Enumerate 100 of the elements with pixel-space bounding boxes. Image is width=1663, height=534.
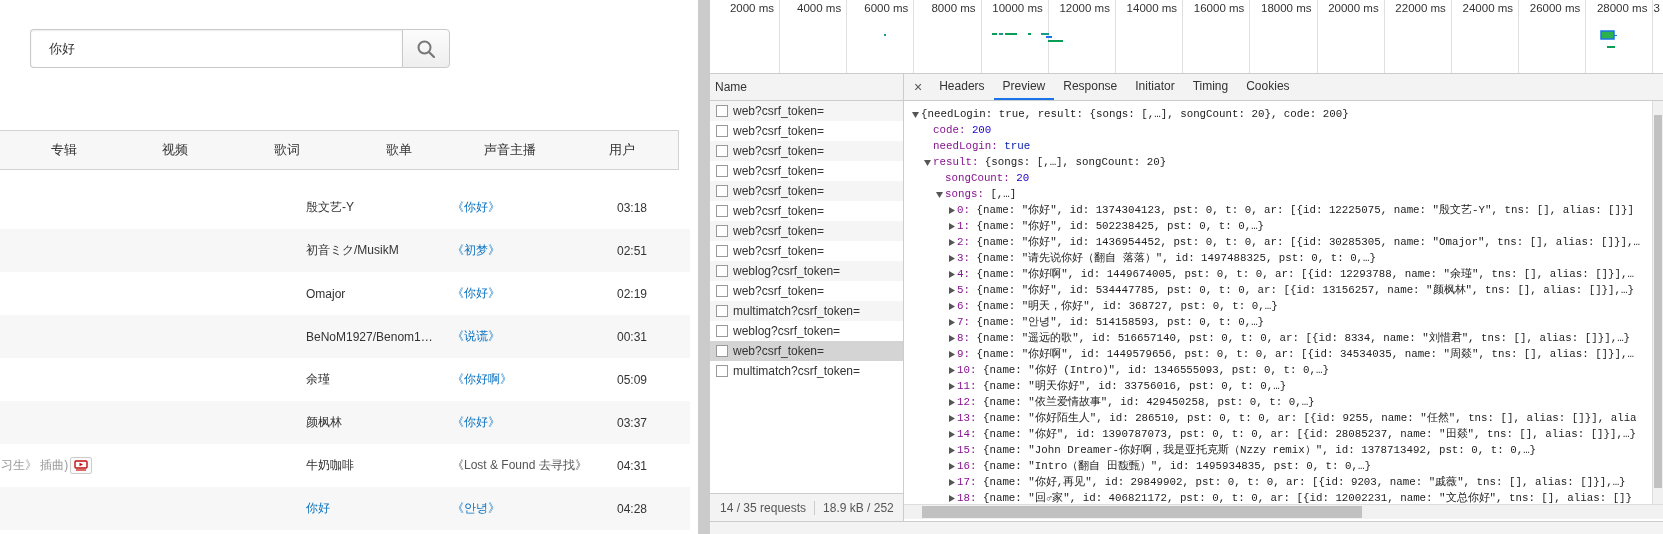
artist-link[interactable]: 你好: [306, 501, 330, 515]
album-link[interactable]: 《你好》: [452, 286, 500, 300]
request-row[interactable]: weblog?csrf_token=: [710, 321, 903, 341]
timeline-tick-label: 18000 ms: [1261, 2, 1312, 14]
request-row[interactable]: web?csrf_token=: [710, 141, 903, 161]
request-row[interactable]: web?csrf_token=: [710, 341, 903, 361]
json-line: songCount: 20: [945, 172, 1030, 184]
document-icon: [716, 365, 728, 377]
collapsed-triangle-icon[interactable]: [948, 478, 955, 486]
status-text: 14 / 35 requests: [719, 500, 808, 515]
song-duration: 05:09: [617, 372, 648, 387]
collapsed-triangle-icon[interactable]: [948, 494, 955, 502]
category-tab[interactable]: 专辑: [8, 131, 120, 169]
name-column-header[interactable]: Name: [715, 80, 747, 94]
collapsed-triangle-icon[interactable]: [948, 270, 955, 278]
request-row[interactable]: web?csrf_token=: [710, 281, 903, 301]
album-name: 《Lost & Found 去寻找》: [452, 458, 587, 472]
json-line: 13: {name: "你好陌生人", id: 286510, pst: 0, t: 0, ar: [{id: 9255, name: "任然", tns: [], alias: []}], alia: [957, 411, 1637, 425]
request-row[interactable]: web?csrf_token=: [710, 241, 903, 261]
expanded-triangle-icon[interactable]: [936, 190, 943, 198]
artist-name: 颜枫林: [306, 415, 342, 429]
timeline-tick-label: 16000 ms: [1193, 2, 1245, 14]
collapsed-triangle-icon[interactable]: [948, 334, 955, 342]
timeline-tick-label: 20000 ms: [1328, 2, 1379, 14]
json-line: 16: {name: "Intro（翻自 田馥甄）", id: 1495934835, pst: 0, t: 0,…}: [957, 459, 1371, 473]
detail-tab[interactable]: Initiator: [1126, 74, 1184, 100]
request-row[interactable]: web?csrf_token=: [710, 221, 903, 241]
document-icon: [716, 145, 728, 157]
document-icon: [716, 225, 728, 237]
document-icon: [716, 325, 728, 337]
json-line: 6: {name: "明天，你好", id: 368727, pst: 0, t: 0,…}: [957, 299, 1278, 313]
document-icon: [716, 245, 728, 257]
category-tab[interactable]: 歌单: [343, 131, 455, 169]
request-row[interactable]: web?csrf_token=: [710, 161, 903, 181]
detail-tab[interactable]: Preview: [993, 74, 1055, 100]
collapsed-triangle-icon[interactable]: [948, 446, 955, 454]
json-line: 18: {name: "回♂家", id: 406821172, pst: 0, t: 0, ar: [{id: 12002231, name: "文总你好", tns: [], alias: []}: [957, 491, 1633, 504]
request-row[interactable]: web?csrf_token=: [710, 201, 903, 221]
json-line: code: 200: [933, 124, 992, 136]
document-icon: [716, 265, 728, 277]
artist-name: 余瑾: [306, 372, 330, 386]
json-line: needLogin: true: [933, 140, 1031, 152]
album-link[interactable]: 《你好》: [452, 200, 500, 214]
song-duration: 02:51: [617, 243, 648, 258]
collapsed-triangle-icon[interactable]: [948, 206, 955, 214]
mv-button[interactable]: [70, 457, 93, 474]
search-field[interactable]: 你好: [30, 29, 402, 68]
json-line: 7: {name: "안녕", id: 514158593, pst: 0, t: 0,…}: [957, 315, 1265, 329]
collapsed-triangle-icon[interactable]: [948, 302, 955, 310]
timeline-tick-label: 12000 ms: [1059, 2, 1110, 14]
json-line: 12: {name: "依兰爱情故事", id: 429450258, pst: 0, t: 0,…}: [957, 395, 1315, 409]
detail-tab[interactable]: Headers: [930, 74, 994, 100]
request-row[interactable]: weblog?csrf_token=: [710, 261, 903, 281]
artist-name: BeNoM1927/Benom1…: [306, 329, 433, 344]
request-row[interactable]: web?csrf_token=: [710, 101, 903, 121]
detail-tab[interactable]: Response: [1054, 74, 1127, 100]
detail-tab[interactable]: Cookies: [1237, 74, 1299, 100]
request-row[interactable]: multimatch?csrf_token=: [710, 301, 903, 321]
collapsed-triangle-icon[interactable]: [948, 286, 955, 294]
category-tab[interactable]: 视频: [119, 131, 232, 169]
search-button[interactable]: [402, 29, 450, 68]
request-row[interactable]: web?csrf_token=: [710, 121, 903, 141]
category-tab[interactable]: 歌词: [231, 131, 343, 169]
collapsed-triangle-icon[interactable]: [948, 366, 955, 374]
category-tab[interactable]: 声音主播: [454, 131, 567, 169]
detail-tab[interactable]: Timing: [1183, 74, 1238, 100]
album-link[interactable]: 《안녕》: [452, 501, 500, 515]
document-icon: [716, 345, 728, 357]
album-link[interactable]: 《说谎》: [452, 329, 500, 343]
timeline-tick-label: 26000 ms: [1529, 2, 1581, 14]
close-button[interactable]: ×: [908, 74, 931, 100]
song-duration: 04:31: [617, 458, 648, 473]
category-tab[interactable]: 用户: [566, 131, 678, 169]
document-icon: [716, 305, 728, 317]
expanded-triangle-icon[interactable]: [912, 110, 919, 118]
vertical-scrollbar[interactable]: [1652, 101, 1663, 504]
album-link[interactable]: 《你好啊》: [452, 372, 512, 386]
collapsed-triangle-icon[interactable]: [948, 238, 955, 246]
json-line: 1: {name: "你好", id: 502238425, pst: 0, t: 0,…}: [957, 219, 1265, 233]
document-icon: [716, 125, 728, 137]
collapsed-triangle-icon[interactable]: [948, 222, 955, 230]
collapsed-triangle-icon[interactable]: [948, 382, 955, 390]
collapsed-triangle-icon[interactable]: [948, 414, 955, 422]
collapsed-triangle-icon[interactable]: [948, 318, 955, 326]
request-row[interactable]: multimatch?csrf_token=: [710, 361, 903, 381]
collapsed-triangle-icon[interactable]: [948, 398, 955, 406]
request-row[interactable]: web?csrf_token=: [710, 181, 903, 201]
artist-name: Omajor: [306, 286, 346, 301]
search-icon: [417, 39, 435, 58]
album-link[interactable]: 《初梦》: [452, 243, 500, 257]
json-line: 17: {name: "你好,再见", id: 29849902, pst: 0, t: 0, ar: [{id: 9203, name: "戚薇", tns: [], alias: []}],…}: [957, 475, 1626, 489]
expanded-triangle-icon[interactable]: [924, 158, 931, 166]
collapsed-triangle-icon[interactable]: [948, 254, 955, 262]
horizontal-scrollbar[interactable]: [904, 504, 1663, 519]
collapsed-triangle-icon[interactable]: [948, 462, 955, 470]
song-duration: 03:18: [617, 200, 648, 215]
collapsed-triangle-icon[interactable]: [948, 350, 955, 358]
album-link[interactable]: 《你好》: [452, 415, 500, 429]
collapsed-triangle-icon[interactable]: [948, 430, 955, 438]
timeline-tick-label: 3: [1653, 2, 1660, 14]
